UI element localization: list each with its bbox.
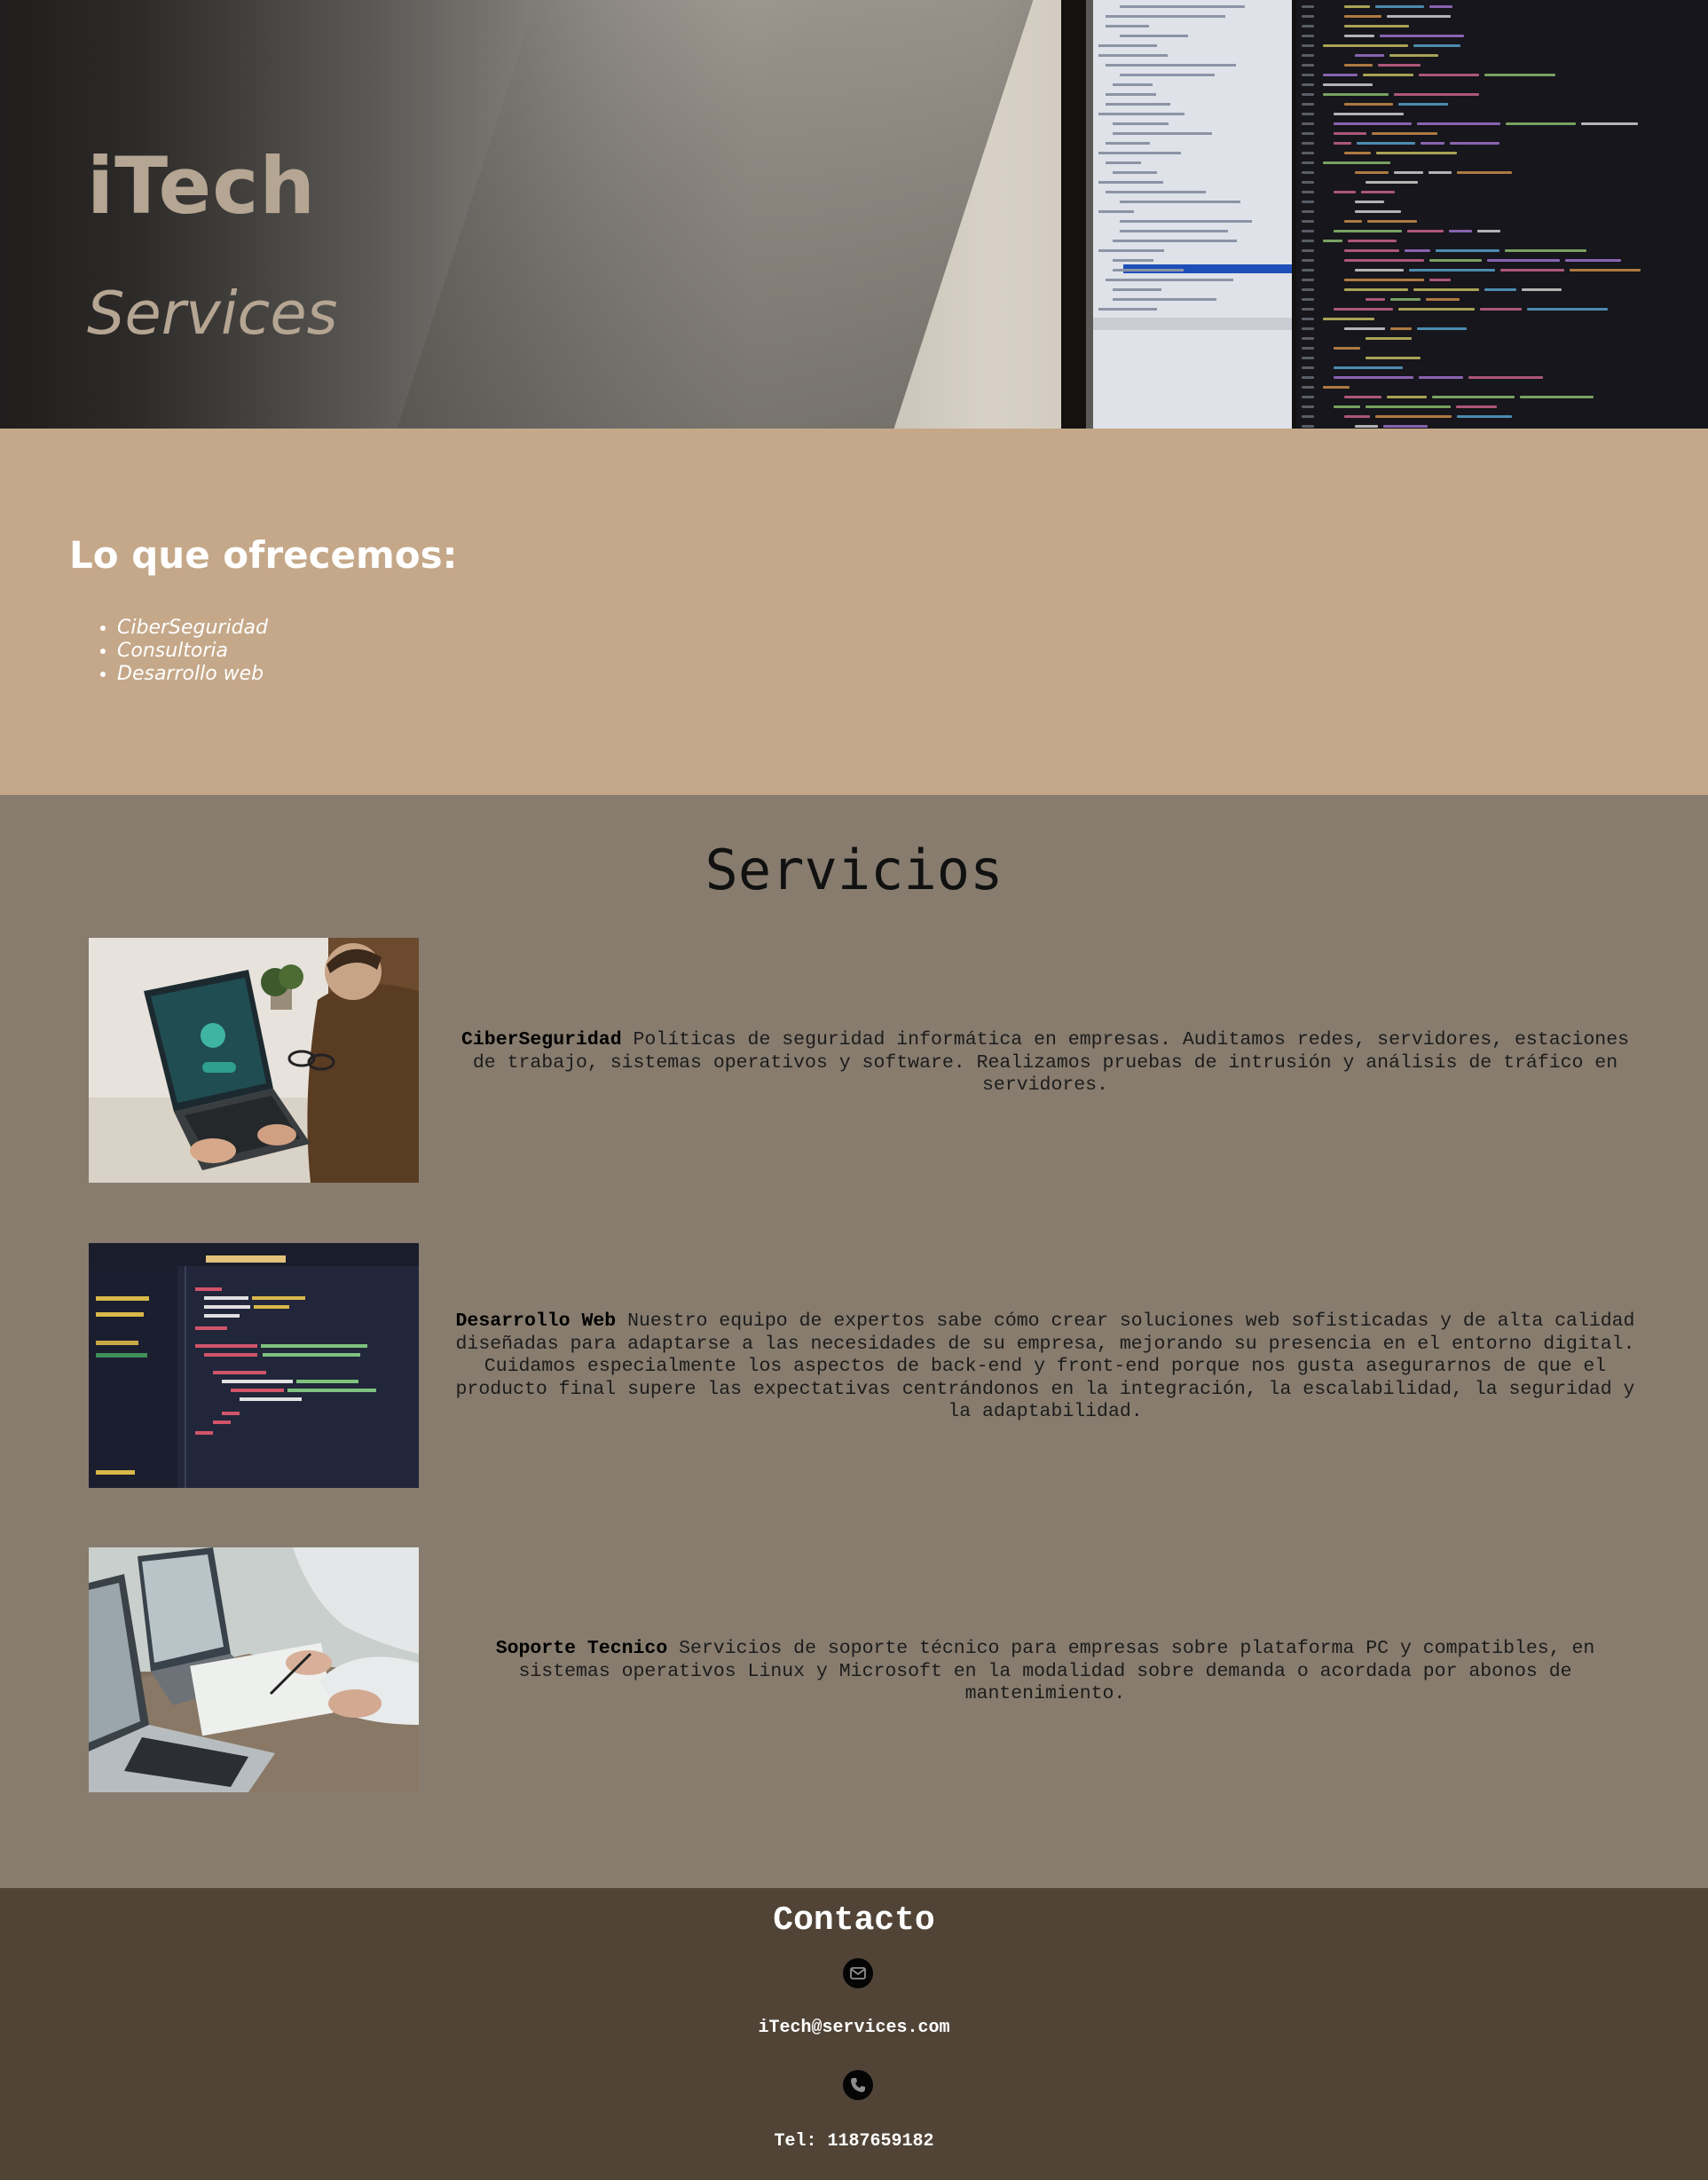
envelope-icon[interactable]	[843, 1958, 873, 1988]
service-name: CiberSeguridad	[460, 1029, 622, 1051]
service-description: Nuestro equipo de expertos sabe cómo cre…	[455, 1310, 1635, 1422]
code-panel	[1296, 0, 1708, 429]
file-tree-panel	[1086, 0, 1292, 429]
brand-title: iTech	[87, 140, 316, 232]
contact-phone[interactable]: Tel: 1187659182	[0, 2131, 1708, 2152]
offer-list: CiberSeguridad Consultoria Desarrollo we…	[80, 617, 268, 686]
webdev-image	[89, 1243, 419, 1488]
hero-banner: iTech Services	[0, 0, 1708, 429]
offer-item: CiberSeguridad	[117, 617, 268, 640]
service-name: Desarrollo Web	[455, 1310, 617, 1332]
service-webdev: Desarrollo Web Nuestro equipo de experto…	[446, 1310, 1644, 1424]
offer-section: Lo que ofrecemos: CiberSeguridad Consult…	[0, 429, 1708, 795]
contact-section: Contacto iTech@services.com Tel: 1187659…	[0, 1888, 1708, 2180]
service-support: Soporte Tecnico Servicios de soporte téc…	[446, 1638, 1644, 1706]
hero-shadow	[374, 0, 1045, 429]
contact-email[interactable]: iTech@services.com	[0, 2018, 1708, 2038]
service-description: Servicios de soporte técnico para empres…	[518, 1638, 1595, 1704]
services-title: Servicios	[704, 838, 1004, 902]
offer-item: Consultoria	[117, 640, 268, 663]
offer-item: Desarrollo web	[117, 663, 268, 686]
offer-heading: Lo que ofrecemos:	[69, 533, 458, 577]
brand-tagline: Services	[87, 279, 338, 348]
cybersecurity-image	[89, 938, 419, 1183]
service-cybersecurity: CiberSeguridad Políticas de seguridad in…	[446, 1029, 1644, 1098]
service-description: Políticas de seguridad informática en em…	[472, 1029, 1630, 1096]
services-section: Servicios CiberSeguridad Políticas de se…	[0, 795, 1708, 1888]
hero-monitor-image	[1061, 0, 1708, 429]
contact-heading: Contacto	[773, 1901, 935, 1940]
support-image	[89, 1547, 419, 1792]
phone-icon[interactable]	[843, 2070, 873, 2100]
service-name: Soporte Tecnico	[495, 1638, 668, 1659]
